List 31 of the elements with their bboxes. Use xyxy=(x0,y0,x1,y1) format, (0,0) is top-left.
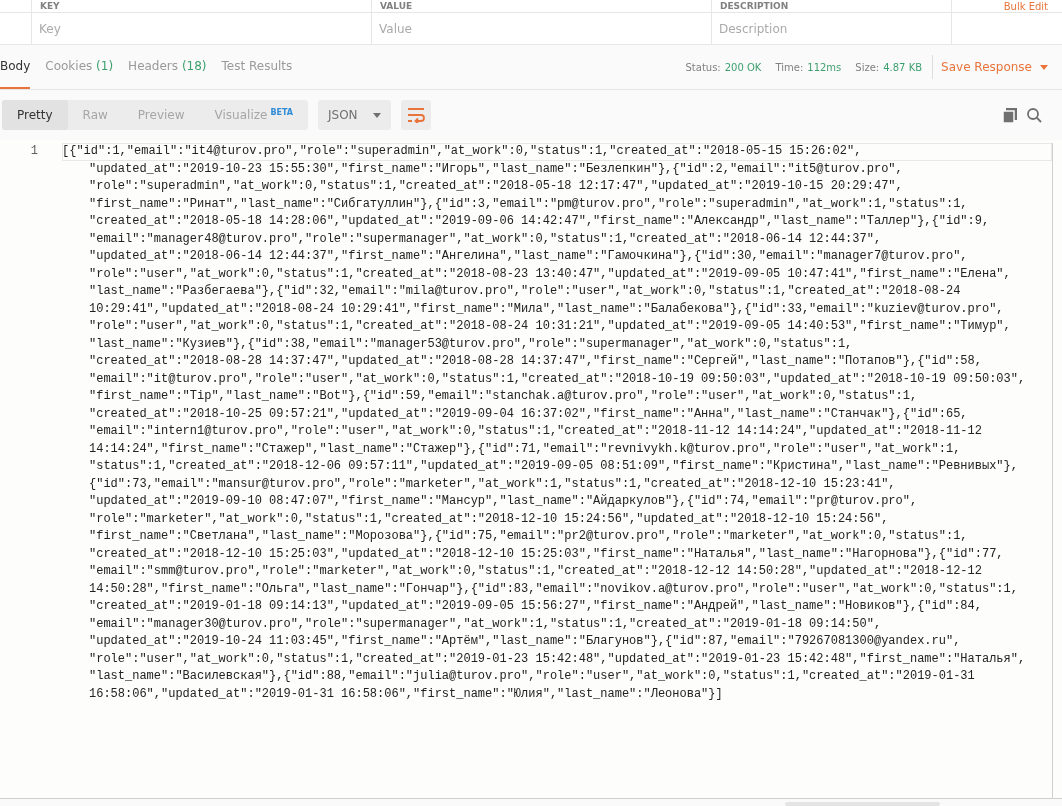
response-tab[interactable]: Cookies (1) xyxy=(45,45,114,89)
format-dropdown[interactable]: JSON xyxy=(318,100,391,130)
response-tab[interactable]: Body xyxy=(0,45,31,89)
size-label: Size: xyxy=(855,60,880,75)
wrap-lines-button[interactable] xyxy=(400,100,431,130)
wrap-lines-icon xyxy=(406,107,425,123)
size-value: 4.87 KB xyxy=(883,60,923,75)
response-tab[interactable]: Test Results xyxy=(221,45,293,89)
param-input-field[interactable]: Key xyxy=(32,13,371,44)
column-header: DESCRIPTION xyxy=(720,1,789,12)
caret-icon xyxy=(372,112,381,118)
status-value: 200 OK xyxy=(724,60,762,75)
view-mode-tab[interactable]: Pretty xyxy=(2,100,68,130)
caret-icon xyxy=(1040,64,1048,70)
time-value: 112ms xyxy=(807,60,842,75)
copy-icon[interactable] xyxy=(1003,107,1017,123)
save-response-button[interactable]: Save Response xyxy=(941,58,1048,76)
line-number: 1 xyxy=(29,143,38,160)
json-response-code: [{"id":1,"email":"it4@turov.pro","role":"superadmin","at_work":0,"status":1,"created_at":"2018-05-15 15:26:02", "updated_at":"2019-10-23 15:55:30","first_name":"Игорь","last_name":"Безлепкин"},{"id":2,"email":"it5@turov.pro", "role":"superadmin","at_work":0,"status":1,"created_at":"2018-05-18 12:17:47","updated_at":"2019-10-15 20:29:47", "first_name":"Ринат","last_name":"Сибгатуллин"},{"id":3,"email":"pm@turov.pro","role":"superadmin","at_work":1,"status":1, "created_at":"2018-05-18 14:28:06","updated_at":"2019-09-06 14:42:47","first_name":"Александр","last_name":"Таллер"},{"id":9, "email":"manager48@turov.pro","role":"supermanager","at_work":0,"status":1,"created_at":"2018-06-14 12:44:37", "updated_at":"2018-06-14 12:44:37","first_name":"Ангелина","last_name":"Гамочкина"},{"id":30,"email":"manager7@turov.pro", "role":"user","at_work":0,"status":1,"created_at":"2018-08-23 13:40:47","updated_at":"2019-09-05 10:47:41","first_name":"Елена", "last_name":"Разбегаева"},{"id":32,"email":"mila@turov.pro","role":"user","at_work":0,"status":1,"created_at":"2018-08-24 10:29:41","updated_at":"2018-08-24 10:29:41","first_name":"Мила","last_name":"Балабекова"},{"id":33,"email":"kuziev@turov.pro", "role":"user","at_work":0,"status":1,"created_at":"2018-08-24 10:31:21","updated_at":"2019-09-05 14:40:53","first_name":"Тимур", "last_name":"Кузиев"},{"id":38,"email":"manager53@turov.pro","role":"supermanager","at_work":0,"status":1, "created_at":"2018-08-28 14:37:47","updated_at":"2018-08-28 14:37:47","first_name":"Сергей","last_name":"Потапов"},{"id":58, "email":"it@turov.pro","role":"user","at_work":0,"status":1,"created_at":"2018-10-19 09:50:03","updated_at":"2018-10-19 09:50:03", "first_name":"Tip","last_name":"Bot"},{"id":59,"email":"stanchak.a@turov.pro","role":"user","at_work":0,"status":1, "created_at":"2018-10-25 09:57:21","updated_at":"2019-09-04 16:37:02","first_name":"Анна","last_name":"Станчак"},{"id":65, "email":"intern1@turov.pro","role":"user","at_work":0,"status":1,"created_at":"2018-11-12 14:14:24","updated_at":"2018-11-12 14:14:24","first_name":"Стажер","last_name":"Стажер"},{"id":71,"email":"revnivykh.k@turov.pro","role":"user","at_work":1, "status":1,"created_at":"2018-12-06 09:57:11","updated_at":"2019-09-05 08:51:09","first_name":"Кристина","last_name":"Ревнивых"}, {"id":73,"email":"mansur@turov.pro","role":"marketer","at_work":1,"status":1,"created_at":"2018-12-10 15:23:41", "updated_at":"2019-09-10 08:47:07","first_name":"Мансур","last_name":"Айдаркулов"},{"id":74,"email":"pr@turov.pro", "role":"marketer","at_work":0,"status":1,"created_at":"2018-12-10 15:24:56","updated_at":"2018-12-10 15:24:56", "first_name":"Светлана","last_name":"Морозова"},{"id":75,"email":"pr2@turov.pro","role":"marketer","at_work":0,"status":1, "created_at":"2018-12-10 15:25:03","updated_at":"2018-12-10 15:25:03","first_name":"Наталья","last_name":"Нагорнова"},{"id":77, "email":"smm@turov.pro","role":"marketer","at_work":0,"status":1,"created_at":"2018-12-12 14:50:28","updated_at":"2018-12-12 14:50:28","first_name":"Ольга","last_name":"Гончар"},{"id":83,"email":"novikov.a@turov.pro","role":"user","at_work":0,"status":1, "created_at":"2019-01-18 09:14:13","updated_at":"2019-09-05 15:56:27","first_name":"Андрей","last_name":"Новиков"},{"id":84, "email":"manager30@turov.pro","role":"supermanager","at_work":1,"status":1,"created_at":"2019-01-18 09:14:50", "updated_at":"2019-10-24 11:03:45","first_name":"Артём","last_name":"Благунов"},{"id":87,"email":"79267081300@yandex.ru", "role":"user","at_work":0,"status":1,"created_at":"2019-01-23 15:42:48","updated_at":"2019-01-23 15:42:48","first_name":"Наталья", "last_name":"Василевская"},{"id":88,"email":"julia@turov.pro","role":"user","at_work":0,"status":1,"created_at":"2019-01-31 16:58:06","updated_at":"2019-01-31 16:58:06","first_name":"Юлия","last_name":"Леонова"}] xyxy=(62,143,1027,703)
status-label: Status: xyxy=(685,60,721,75)
time-label: Time: xyxy=(775,60,804,75)
view-mode-tab[interactable]: Raw xyxy=(67,100,123,130)
column-header: KEY xyxy=(40,1,60,12)
view-mode-tab[interactable]: Preview xyxy=(122,100,200,130)
view-mode-tab[interactable]: Visualize $^{BETA}$ xyxy=(199,100,308,130)
param-input-field[interactable]: Description xyxy=(712,13,951,44)
bulk-edit-link[interactable]: Bulk Edit xyxy=(1003,1,1048,12)
response-tab[interactable]: Headers (18) xyxy=(128,45,207,89)
search-icon[interactable] xyxy=(1027,107,1042,123)
column-header: VALUE xyxy=(380,1,413,12)
param-input-field[interactable]: Value xyxy=(372,13,711,44)
